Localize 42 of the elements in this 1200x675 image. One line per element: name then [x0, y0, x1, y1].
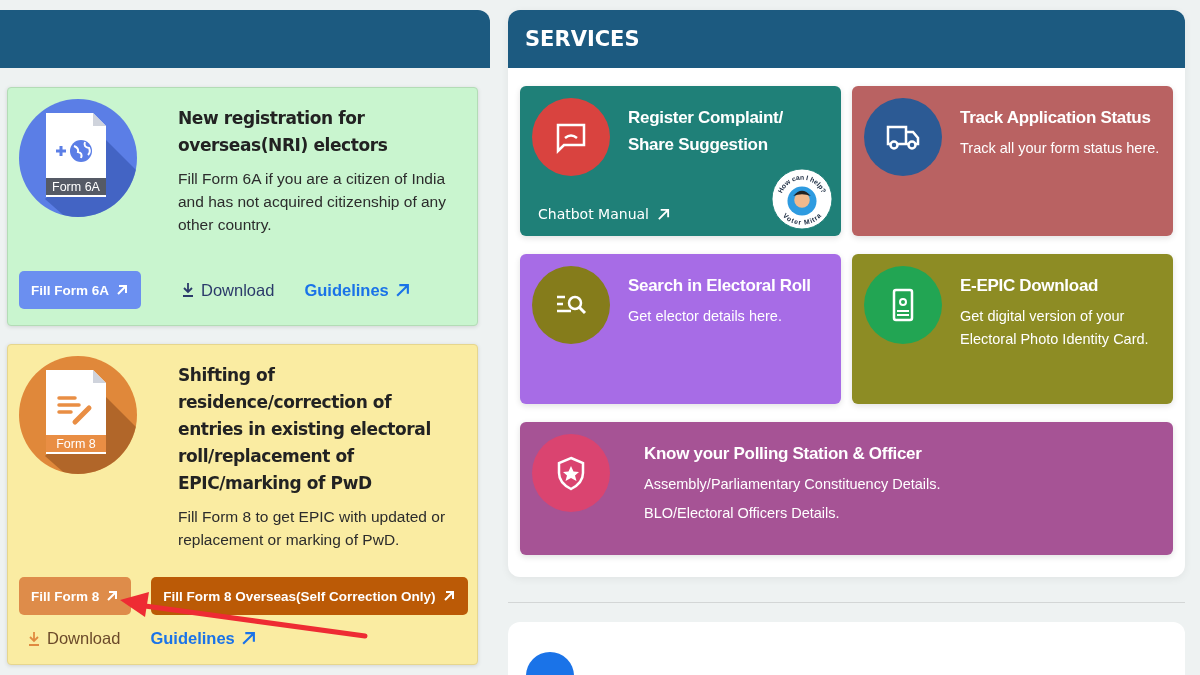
- service-description: Assembly/Parliamentary Constituency Details.: [644, 475, 941, 494]
- service-title: Know your Polling Station & Officer: [644, 443, 923, 465]
- arrow-up-right-icon: [115, 283, 129, 297]
- service-card[interactable]: Search in Electoral Roll Get elector details here.: [520, 254, 841, 404]
- document-icon: [19, 356, 137, 474]
- service-description: Get elector details here.: [628, 307, 783, 326]
- service-title: Register Complaint/ Share Suggestion: [628, 107, 784, 156]
- card-title: New registration for overseas(NRI) electors: [178, 107, 389, 157]
- form-label: Form 6A: [51, 179, 101, 196]
- fill-form-button[interactable]: Fill Form 8: [19, 577, 132, 615]
- card-title: Shifting of residence/correction of entries in existing electoral roll/replacement of EPIC/marking of PwD: [178, 364, 432, 495]
- service-title: E-EPIC Download: [960, 275, 1100, 297]
- service-description: Track all your form status here.: [960, 139, 1160, 158]
- panel-title: SERVICES: [525, 27, 640, 51]
- arrow-up-right-icon: [240, 631, 256, 646]
- service-card[interactable]: Know your Polling Station & Officer Assembly/Parliamentary Constituency Details. BLO/Electoral Officers Details.: [520, 422, 1173, 555]
- guidelines-link[interactable]: Guidelines: [304, 280, 410, 300]
- download-icon: [27, 630, 41, 647]
- download-link[interactable]: Download: [27, 629, 121, 648]
- arrow-up-right-icon: [657, 207, 670, 221]
- search-icon: [532, 266, 610, 344]
- service-description: Get digital version of your Electoral Photo Identity Card.: [960, 307, 1150, 349]
- form-label: Form 8: [55, 436, 97, 453]
- guidelines-link[interactable]: Guidelines: [150, 629, 256, 648]
- truck-icon: [864, 98, 942, 176]
- service-card[interactable]: E-EPIC Download Get digital version of your Electoral Photo Identity Card.: [852, 254, 1173, 404]
- arrow-up-right-icon: [394, 282, 410, 298]
- service-title: Track Application Status: [960, 107, 1152, 129]
- document-icon: [19, 99, 137, 217]
- arrow-up-right-icon: [105, 589, 120, 603]
- download-link[interactable]: Download: [181, 280, 275, 300]
- chat-icon: [532, 98, 610, 176]
- card-description: Fill Form 6A if you are a citizen of India and has not acquired citizenship of any other country.: [178, 169, 447, 235]
- chatbot-manual-link[interactable]: Chatbot Manual: [538, 206, 670, 222]
- download-icon: [181, 282, 195, 298]
- service-card[interactable]: Track Application Status Track all your form status here.: [852, 86, 1173, 236]
- card-description: Fill Form 8 to get EPIC with updated or replacement or marking of PwD.: [178, 507, 447, 550]
- fill-form-button[interactable]: Fill Form 6A: [19, 271, 141, 309]
- service-description: BLO/Electoral Officers Details.: [644, 504, 841, 523]
- id-card-icon: [864, 266, 942, 344]
- fill-form-button[interactable]: Fill Form 8 Overseas(Self Correction Only): [151, 577, 468, 615]
- service-title: Search in Electoral Roll: [628, 275, 811, 297]
